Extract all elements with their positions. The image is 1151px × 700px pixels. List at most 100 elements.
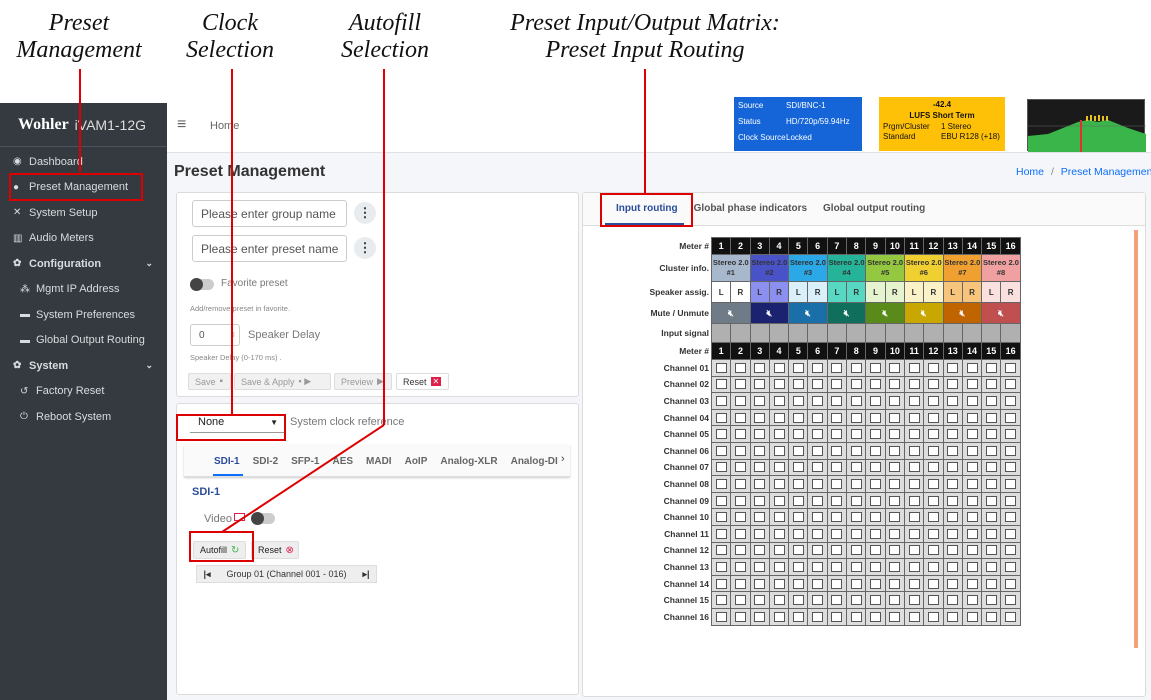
route-checkbox-cell[interactable] (768, 425, 790, 443)
route-checkbox[interactable] (734, 545, 746, 556)
route-checkbox[interactable] (754, 395, 766, 406)
route-checkbox-cell[interactable] (788, 491, 809, 510)
route-checkbox[interactable] (870, 561, 882, 572)
route-checkbox-cell[interactable] (788, 607, 809, 626)
route-checkbox[interactable] (1005, 611, 1017, 622)
route-checkbox-cell[interactable] (826, 408, 848, 427)
route-checkbox-cell[interactable] (961, 541, 983, 560)
route-checkbox-cell[interactable] (730, 491, 751, 510)
route-checkbox-cell[interactable] (768, 392, 790, 410)
route-checkbox[interactable] (870, 495, 882, 506)
speaker-assign-cell[interactable]: R (807, 281, 828, 303)
route-checkbox[interactable] (927, 495, 939, 506)
route-checkbox[interactable] (927, 528, 939, 539)
route-checkbox-cell[interactable] (749, 524, 770, 543)
route-checkbox[interactable] (1005, 362, 1017, 373)
route-checkbox-cell[interactable] (942, 508, 963, 526)
route-checkbox-cell[interactable] (942, 392, 963, 410)
route-checkbox[interactable] (773, 462, 785, 473)
route-checkbox-cell[interactable] (768, 375, 790, 394)
route-checkbox-cell[interactable] (846, 441, 867, 460)
route-checkbox[interactable] (850, 478, 862, 489)
route-checkbox-cell[interactable] (826, 574, 848, 593)
route-checkbox-cell[interactable] (884, 558, 905, 576)
route-checkbox-cell[interactable] (846, 558, 867, 576)
route-checkbox[interactable] (715, 445, 727, 456)
route-checkbox[interactable] (792, 595, 804, 606)
speaker-assign-cell[interactable]: R (768, 281, 790, 303)
route-checkbox[interactable] (792, 379, 804, 390)
route-checkbox-cell[interactable] (961, 375, 983, 394)
mute-cell[interactable]: 🔇︎ (865, 302, 905, 324)
route-checkbox-cell[interactable] (807, 574, 828, 593)
route-checkbox-cell[interactable] (865, 574, 886, 593)
route-checkbox[interactable] (734, 495, 746, 506)
route-checkbox[interactable] (947, 362, 959, 373)
route-checkbox-cell[interactable] (1000, 441, 1021, 460)
route-checkbox-cell[interactable] (981, 508, 1002, 526)
route-checkbox-cell[interactable] (961, 491, 983, 510)
route-checkbox-cell[interactable] (903, 591, 925, 609)
route-checkbox[interactable] (773, 445, 785, 456)
route-checkbox-cell[interactable] (807, 458, 828, 477)
route-checkbox[interactable] (850, 578, 862, 589)
route-checkbox-cell[interactable] (903, 558, 925, 576)
route-checkbox[interactable] (715, 545, 727, 556)
route-checkbox-cell[interactable] (749, 458, 770, 477)
route-checkbox[interactable] (870, 528, 882, 539)
route-checkbox-cell[interactable] (981, 359, 1002, 377)
route-checkbox-cell[interactable] (749, 508, 770, 526)
route-checkbox-cell[interactable] (981, 541, 1002, 560)
route-checkbox[interactable] (889, 595, 901, 606)
route-checkbox-cell[interactable] (942, 591, 963, 609)
route-checkbox[interactable] (734, 429, 746, 440)
route-checkbox[interactable] (870, 395, 882, 406)
mute-cell[interactable]: 🔇︎ (981, 302, 1021, 324)
route-checkbox[interactable] (985, 412, 997, 423)
route-checkbox[interactable] (908, 495, 920, 506)
stepper-icon[interactable]: ⇕ (230, 331, 236, 339)
route-checkbox-cell[interactable] (826, 591, 848, 609)
route-checkbox-cell[interactable] (923, 458, 944, 477)
route-checkbox-cell[interactable] (807, 392, 828, 410)
route-checkbox[interactable] (850, 595, 862, 606)
route-checkbox-cell[interactable] (923, 491, 944, 510)
route-checkbox[interactable] (889, 395, 901, 406)
route-checkbox[interactable] (966, 528, 978, 539)
route-checkbox[interactable] (889, 545, 901, 556)
route-checkbox[interactable] (754, 412, 766, 423)
save-apply-button[interactable]: Save & Apply ▪ ▶ (234, 373, 331, 390)
route-checkbox[interactable] (927, 445, 939, 456)
mute-cell[interactable]: 🔇︎ (788, 302, 828, 324)
route-checkbox-cell[interactable] (710, 392, 732, 410)
route-checkbox[interactable] (831, 395, 843, 406)
route-checkbox-cell[interactable] (846, 359, 867, 377)
route-checkbox[interactable] (927, 611, 939, 622)
route-checkbox[interactable] (908, 478, 920, 489)
sidebar-item-audio-meters[interactable]: ▥ Audio Meters (0, 226, 167, 252)
route-checkbox[interactable] (966, 495, 978, 506)
route-checkbox[interactable] (966, 545, 978, 556)
route-checkbox-cell[interactable] (923, 591, 944, 609)
route-checkbox[interactable] (908, 561, 920, 572)
route-checkbox[interactable] (850, 528, 862, 539)
route-checkbox[interactable] (831, 528, 843, 539)
route-checkbox-cell[interactable] (749, 491, 770, 510)
route-checkbox[interactable] (754, 528, 766, 539)
route-checkbox[interactable] (734, 528, 746, 539)
speaker-assign-cell[interactable]: R (884, 281, 905, 303)
route-checkbox-cell[interactable] (768, 558, 790, 576)
route-checkbox-cell[interactable] (710, 425, 732, 443)
route-checkbox-cell[interactable] (730, 458, 751, 477)
cluster-cell[interactable]: Stereo 2.0 #2 (749, 254, 790, 282)
cluster-cell[interactable]: Stereo 2.0 #7 (942, 254, 983, 282)
route-checkbox[interactable] (985, 362, 997, 373)
route-checkbox-cell[interactable] (788, 359, 809, 377)
route-checkbox-cell[interactable] (942, 607, 963, 626)
route-checkbox[interactable] (889, 578, 901, 589)
route-checkbox[interactable] (947, 595, 959, 606)
route-checkbox-cell[interactable] (768, 591, 790, 609)
route-checkbox[interactable] (850, 462, 862, 473)
route-checkbox-cell[interactable] (884, 524, 905, 543)
speaker-delay-input[interactable]: 0 ⇕ (190, 324, 240, 346)
